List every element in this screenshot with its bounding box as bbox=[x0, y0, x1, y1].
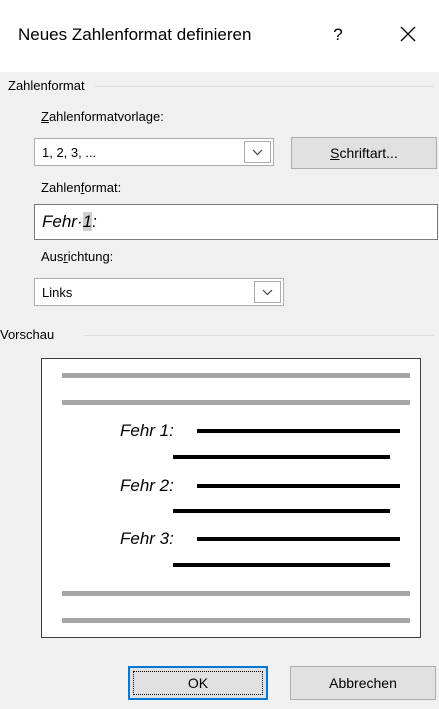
font-button[interactable]: Schriftart... bbox=[291, 137, 437, 169]
number-format-dialog: Neues Zahlenformat definieren ? Zahlenfo… bbox=[0, 0, 439, 709]
dialog-title: Neues Zahlenformat definieren bbox=[18, 25, 252, 44]
number-style-dropdown-button[interactable] bbox=[244, 141, 271, 163]
number-style-label-text: ahlenformatvorlage: bbox=[48, 109, 164, 124]
number-style-value: 1, 2, 3, ... bbox=[42, 145, 97, 160]
group-divider bbox=[95, 86, 434, 87]
preview-item-2-label: Fehr 2: bbox=[120, 476, 174, 495]
number-format-label-before: Zahlen bbox=[41, 180, 81, 195]
font-button-text: chriftart... bbox=[339, 145, 398, 161]
cancel-button[interactable]: Abbrechen bbox=[290, 666, 436, 700]
chevron-down-icon bbox=[262, 289, 273, 296]
alignment-label-after: ichtung: bbox=[67, 249, 114, 264]
help-button[interactable]: ? bbox=[318, 18, 358, 52]
title-bar: Neues Zahlenformat definieren ? bbox=[0, 0, 439, 72]
number-format-value-suffix: : bbox=[92, 212, 97, 231]
close-button[interactable] bbox=[386, 18, 430, 52]
preview-gray-line bbox=[62, 591, 410, 596]
preview-item-1-label: Fehr 1: bbox=[120, 421, 174, 440]
alignment-dropdown-button[interactable] bbox=[254, 281, 281, 303]
preview-black-line bbox=[197, 484, 400, 488]
number-format-value: Fehr·1: bbox=[42, 212, 97, 232]
number-style-label-mnemonic: Z bbox=[41, 109, 49, 124]
number-format-input[interactable]: Fehr·1: bbox=[34, 204, 438, 240]
cancel-button-label: Abbrechen bbox=[329, 675, 397, 691]
alignment-label: Ausrichtung: bbox=[41, 249, 113, 265]
group-label-preview: Vorschau bbox=[0, 327, 61, 343]
number-format-field-highlight: 1 bbox=[82, 212, 93, 231]
number-style-label: Zahlenformatvorlage: bbox=[41, 109, 164, 125]
number-format-label-after: ormat: bbox=[84, 180, 122, 195]
font-button-label: Schriftart... bbox=[330, 145, 398, 161]
ok-button-label: OK bbox=[187, 675, 209, 691]
preview-black-line bbox=[197, 429, 400, 433]
preview-gray-line bbox=[62, 373, 410, 378]
number-format-value-prefix: Fehr· bbox=[42, 212, 83, 231]
preview-gray-line bbox=[62, 618, 410, 623]
alignment-label-before: Aus bbox=[41, 249, 64, 264]
preview-black-line bbox=[173, 455, 390, 459]
number-style-select[interactable]: 1, 2, 3, ... bbox=[34, 138, 274, 166]
preview-item-3-label: Fehr 3: bbox=[120, 529, 174, 548]
preview-gray-line bbox=[62, 400, 410, 405]
preview-black-line bbox=[197, 537, 400, 541]
close-icon bbox=[400, 26, 416, 42]
alignment-value: Links bbox=[42, 285, 73, 300]
group-divider bbox=[84, 335, 434, 336]
preview-black-line bbox=[173, 509, 390, 513]
preview-black-line bbox=[173, 563, 390, 567]
preview-box: Fehr 1: Fehr 2: Fehr 3: bbox=[41, 358, 421, 638]
ok-button[interactable]: OK bbox=[128, 666, 268, 700]
group-label-number-format: Zahlenformat bbox=[8, 78, 91, 94]
chevron-down-icon bbox=[252, 149, 263, 156]
number-format-label: Zahlenformat: bbox=[41, 180, 121, 196]
alignment-select[interactable]: Links bbox=[34, 278, 284, 306]
